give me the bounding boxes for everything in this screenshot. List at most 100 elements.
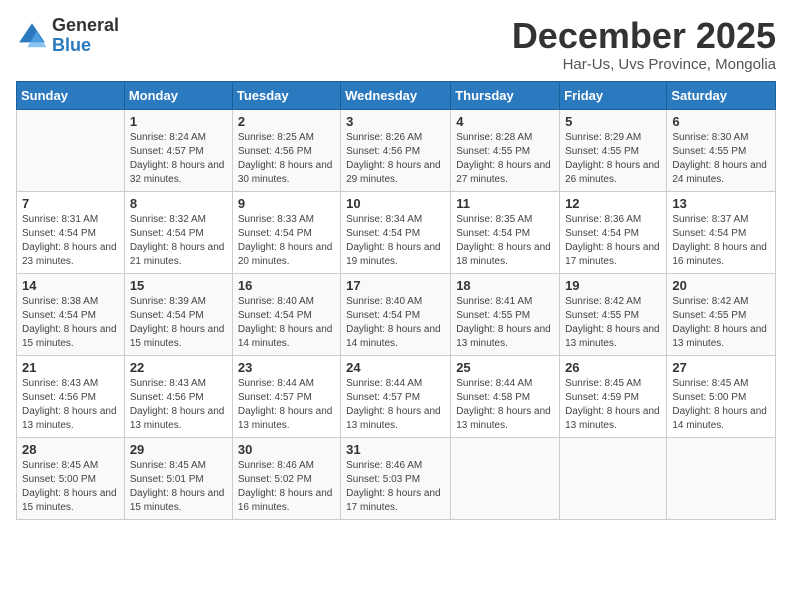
calendar-cell: 15 Sunrise: 8:39 AMSunset: 4:54 PMDayligh… bbox=[124, 273, 232, 355]
header-tuesday: Tuesday bbox=[232, 81, 340, 109]
calendar-cell: 16 Sunrise: 8:40 AMSunset: 4:54 PMDayligh… bbox=[232, 273, 340, 355]
calendar-cell: 13Sunrise: 8:37 AMSunset: 4:54 PMDayligh… bbox=[667, 191, 776, 273]
day-number: 17 bbox=[346, 278, 445, 293]
calendar-cell: 2 Sunrise: 8:25 AMSunset: 4:56 PMDaylight… bbox=[232, 109, 340, 191]
day-number: 4 bbox=[456, 114, 554, 129]
day-info: Sunrise: 8:45 AMSunset: 4:59 PMDaylight:… bbox=[565, 377, 661, 433]
day-number: 30 bbox=[238, 442, 335, 457]
day-info: Sunrise: 8:40 AMSunset: 4:54 PMDaylight:… bbox=[238, 295, 335, 351]
calendar-cell: 9 Sunrise: 8:33 AMSunset: 4:54 PMDaylight… bbox=[232, 191, 340, 273]
day-number: 5 bbox=[565, 114, 661, 129]
day-info: Sunrise: 8:44 AMSunset: 4:58 PMDaylight:… bbox=[456, 377, 554, 433]
day-number: 13 bbox=[672, 196, 770, 211]
title-block: December 2025 Har-Us, Uvs Province, Mong… bbox=[512, 16, 776, 73]
day-number: 24 bbox=[346, 360, 445, 375]
day-number: 18 bbox=[456, 278, 554, 293]
day-number: 19 bbox=[565, 278, 661, 293]
day-info: Sunrise: 8:31 AMSunset: 4:54 PMDaylight:… bbox=[22, 213, 119, 269]
day-info: Sunrise: 8:35 AMSunset: 4:54 PMDaylight:… bbox=[456, 213, 554, 269]
day-number: 10 bbox=[346, 196, 445, 211]
day-info: Sunrise: 8:29 AMSunset: 4:55 PMDaylight:… bbox=[565, 131, 661, 187]
calendar-cell bbox=[17, 109, 125, 191]
calendar-cell bbox=[560, 437, 667, 519]
calendar-cell: 4Sunrise: 8:28 AMSunset: 4:55 PMDaylight… bbox=[451, 109, 560, 191]
logo-text: General Blue bbox=[52, 16, 119, 56]
day-number: 12 bbox=[565, 196, 661, 211]
calendar-cell: 8Sunrise: 8:32 AMSunset: 4:54 PMDaylight… bbox=[124, 191, 232, 273]
logo-icon bbox=[16, 20, 48, 52]
calendar-cell: 7 Sunrise: 8:31 AMSunset: 4:54 PMDaylight… bbox=[17, 191, 125, 273]
day-number: 8 bbox=[130, 196, 227, 211]
day-info: Sunrise: 8:26 AMSunset: 4:56 PMDaylight:… bbox=[346, 131, 445, 187]
day-info: Sunrise: 8:42 AMSunset: 4:55 PMDaylight:… bbox=[672, 295, 770, 351]
day-number: 7 bbox=[22, 196, 119, 211]
page-header: General Blue December 2025 Har-Us, Uvs P… bbox=[16, 16, 776, 73]
day-number: 6 bbox=[672, 114, 770, 129]
calendar-week-2: 7 Sunrise: 8:31 AMSunset: 4:54 PMDaylight… bbox=[17, 191, 776, 273]
calendar-cell: 20Sunrise: 8:42 AMSunset: 4:55 PMDayligh… bbox=[667, 273, 776, 355]
calendar-cell: 18Sunrise: 8:41 AMSunset: 4:55 PMDayligh… bbox=[451, 273, 560, 355]
day-info: Sunrise: 8:25 AMSunset: 4:56 PMDaylight:… bbox=[238, 131, 335, 187]
day-number: 11 bbox=[456, 196, 554, 211]
logo-blue: Blue bbox=[52, 36, 119, 56]
day-info: Sunrise: 8:34 AMSunset: 4:54 PMDaylight:… bbox=[346, 213, 445, 269]
calendar-cell bbox=[451, 437, 560, 519]
calendar-cell: 24 Sunrise: 8:44 AMSunset: 4:57 PMDayligh… bbox=[341, 355, 451, 437]
calendar-week-5: 28 Sunrise: 8:45 AMSunset: 5:00 PMDayligh… bbox=[17, 437, 776, 519]
day-number: 28 bbox=[22, 442, 119, 457]
day-number: 15 bbox=[130, 278, 227, 293]
day-info: Sunrise: 8:36 AMSunset: 4:54 PMDaylight:… bbox=[565, 213, 661, 269]
day-info: Sunrise: 8:45 AMSunset: 5:00 PMDaylight:… bbox=[672, 377, 770, 433]
day-info: Sunrise: 8:38 AMSunset: 4:54 PMDaylight:… bbox=[22, 295, 119, 351]
calendar-week-3: 14Sunrise: 8:38 AMSunset: 4:54 PMDayligh… bbox=[17, 273, 776, 355]
page-subtitle: Har-Us, Uvs Province, Mongolia bbox=[512, 56, 776, 73]
day-info: Sunrise: 8:44 AMSunset: 4:57 PMDaylight:… bbox=[346, 377, 445, 433]
calendar-cell: 5 Sunrise: 8:29 AMSunset: 4:55 PMDaylight… bbox=[560, 109, 667, 191]
calendar-cell: 21 Sunrise: 8:43 AMSunset: 4:56 PMDayligh… bbox=[17, 355, 125, 437]
day-number: 2 bbox=[238, 114, 335, 129]
calendar-cell: 28 Sunrise: 8:45 AMSunset: 5:00 PMDayligh… bbox=[17, 437, 125, 519]
day-number: 29 bbox=[130, 442, 227, 457]
calendar-week-1: 1 Sunrise: 8:24 AMSunset: 4:57 PMDaylight… bbox=[17, 109, 776, 191]
calendar-cell: 17 Sunrise: 8:40 AMSunset: 4:54 PMDayligh… bbox=[341, 273, 451, 355]
day-info: Sunrise: 8:33 AMSunset: 4:54 PMDaylight:… bbox=[238, 213, 335, 269]
header-friday: Friday bbox=[560, 81, 667, 109]
day-number: 31 bbox=[346, 442, 445, 457]
calendar-cell: 26Sunrise: 8:45 AMSunset: 4:59 PMDayligh… bbox=[560, 355, 667, 437]
calendar-header-row: SundayMondayTuesdayWednesdayThursdayFrid… bbox=[17, 81, 776, 109]
calendar-cell bbox=[667, 437, 776, 519]
day-info: Sunrise: 8:43 AMSunset: 4:56 PMDaylight:… bbox=[22, 377, 119, 433]
calendar-week-4: 21 Sunrise: 8:43 AMSunset: 4:56 PMDayligh… bbox=[17, 355, 776, 437]
day-number: 1 bbox=[130, 114, 227, 129]
day-info: Sunrise: 8:39 AMSunset: 4:54 PMDaylight:… bbox=[130, 295, 227, 351]
header-wednesday: Wednesday bbox=[341, 81, 451, 109]
day-info: Sunrise: 8:43 AMSunset: 4:56 PMDaylight:… bbox=[130, 377, 227, 433]
day-info: Sunrise: 8:45 AMSunset: 5:01 PMDaylight:… bbox=[130, 459, 227, 515]
calendar-cell: 10 Sunrise: 8:34 AMSunset: 4:54 PMDayligh… bbox=[341, 191, 451, 273]
calendar-cell: 30 Sunrise: 8:46 AMSunset: 5:02 PMDayligh… bbox=[232, 437, 340, 519]
calendar-cell: 6Sunrise: 8:30 AMSunset: 4:55 PMDaylight… bbox=[667, 109, 776, 191]
header-saturday: Saturday bbox=[667, 81, 776, 109]
header-thursday: Thursday bbox=[451, 81, 560, 109]
day-number: 27 bbox=[672, 360, 770, 375]
calendar-cell: 19Sunrise: 8:42 AMSunset: 4:55 PMDayligh… bbox=[560, 273, 667, 355]
day-info: Sunrise: 8:46 AMSunset: 5:03 PMDaylight:… bbox=[346, 459, 445, 515]
day-info: Sunrise: 8:40 AMSunset: 4:54 PMDaylight:… bbox=[346, 295, 445, 351]
day-info: Sunrise: 8:45 AMSunset: 5:00 PMDaylight:… bbox=[22, 459, 119, 515]
logo-general: General bbox=[52, 16, 119, 36]
calendar-cell: 22 Sunrise: 8:43 AMSunset: 4:56 PMDayligh… bbox=[124, 355, 232, 437]
day-info: Sunrise: 8:24 AMSunset: 4:57 PMDaylight:… bbox=[130, 131, 227, 187]
day-number: 3 bbox=[346, 114, 445, 129]
day-number: 25 bbox=[456, 360, 554, 375]
calendar-cell: 29 Sunrise: 8:45 AMSunset: 5:01 PMDayligh… bbox=[124, 437, 232, 519]
day-number: 21 bbox=[22, 360, 119, 375]
day-number: 9 bbox=[238, 196, 335, 211]
day-number: 16 bbox=[238, 278, 335, 293]
calendar-cell: 1 Sunrise: 8:24 AMSunset: 4:57 PMDaylight… bbox=[124, 109, 232, 191]
header-monday: Monday bbox=[124, 81, 232, 109]
day-number: 22 bbox=[130, 360, 227, 375]
day-number: 23 bbox=[238, 360, 335, 375]
day-info: Sunrise: 8:46 AMSunset: 5:02 PMDaylight:… bbox=[238, 459, 335, 515]
calendar-cell: 23Sunrise: 8:44 AMSunset: 4:57 PMDayligh… bbox=[232, 355, 340, 437]
header-sunday: Sunday bbox=[17, 81, 125, 109]
